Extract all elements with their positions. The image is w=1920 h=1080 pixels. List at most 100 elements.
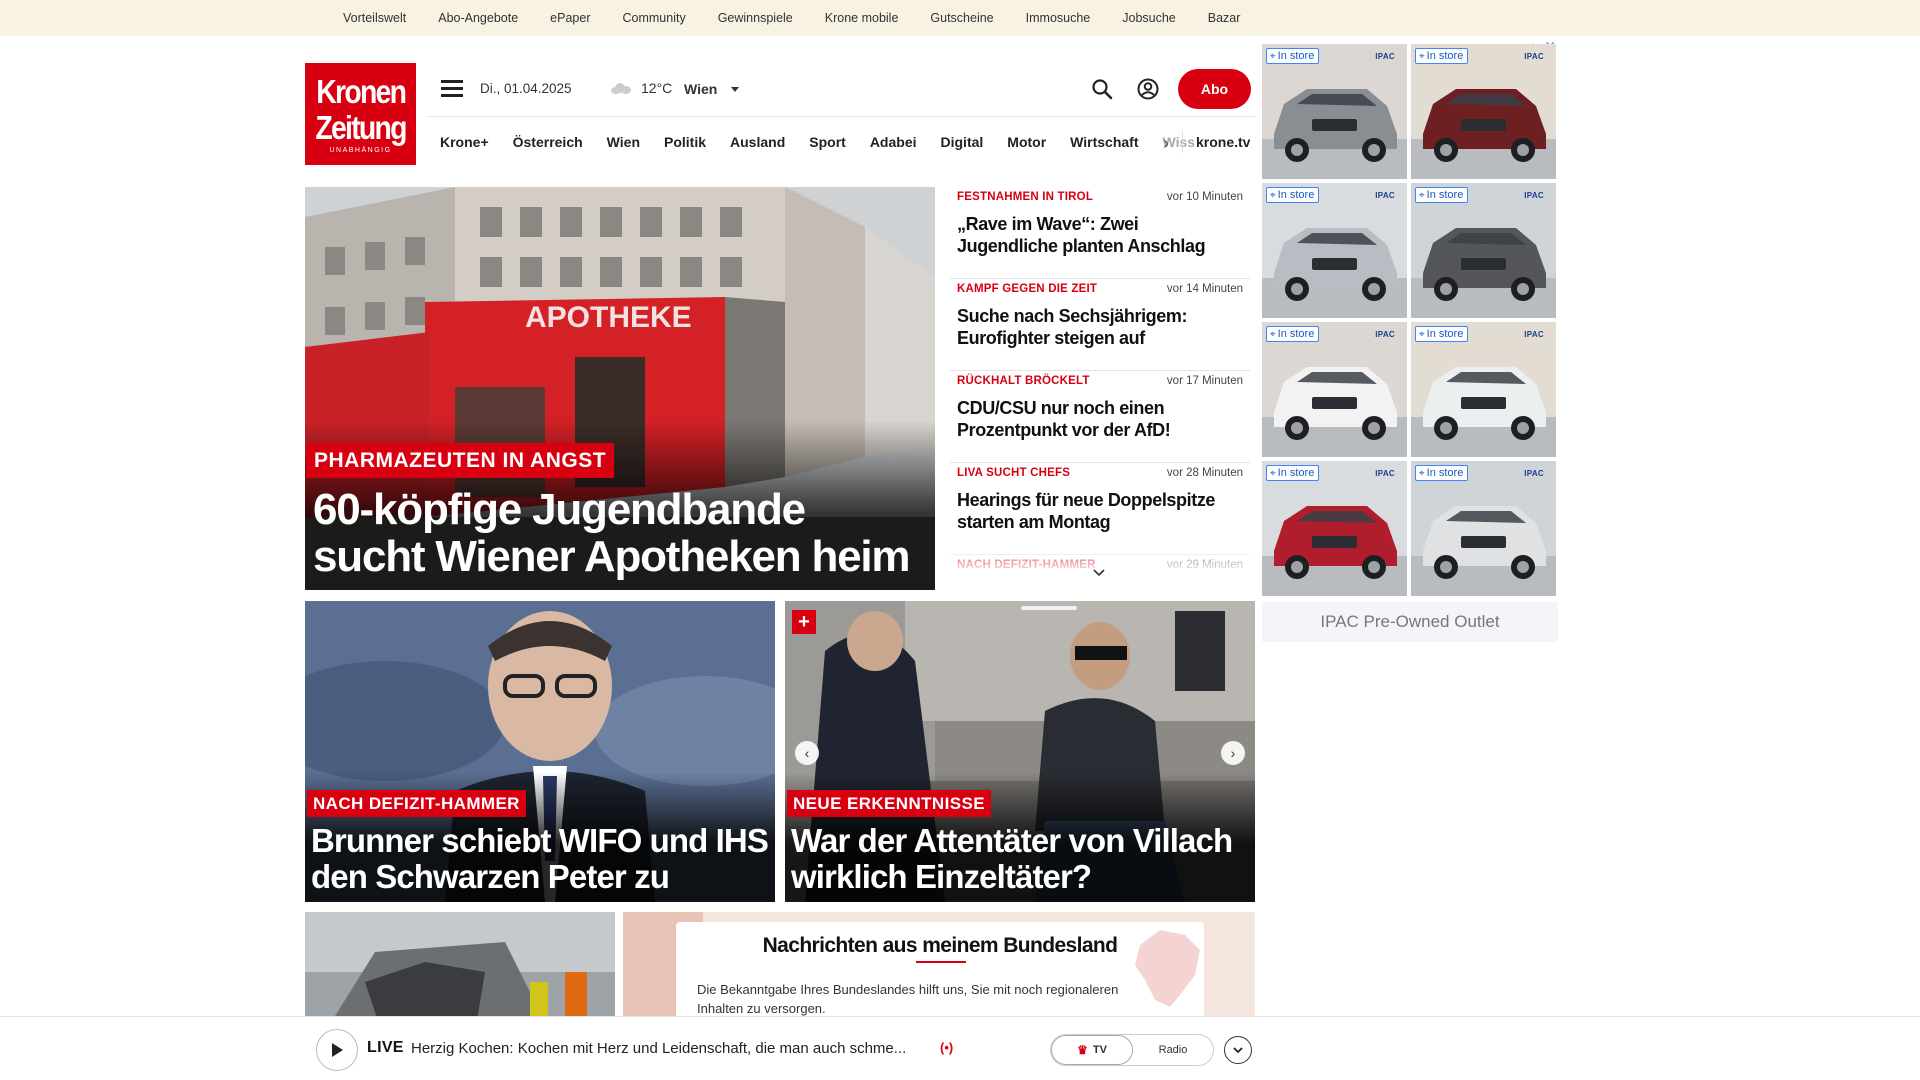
chevron-down-icon[interactable]: [1224, 1036, 1252, 1064]
service-link[interactable]: Gutscheine: [930, 11, 993, 25]
in-store-label: In store: [1426, 467, 1464, 479]
radio-option[interactable]: Radio: [1133, 1035, 1213, 1065]
ticker-item[interactable]: FESTNAHMEN IN TIROL vor 10 Minuten „Rave i…: [950, 187, 1250, 279]
tv-option-label: TV: [1092, 1044, 1107, 1056]
ipac-brand: IPAC: [1375, 191, 1395, 200]
ad-car-tile[interactable]: ⌖ In store IPAC: [1262, 322, 1407, 457]
broadcast-icon: (•): [940, 1040, 954, 1055]
service-link[interactable]: Abo-Angebote: [438, 11, 518, 25]
nav-item[interactable]: Wien: [607, 134, 640, 150]
chevron-right-icon[interactable]: ›: [1221, 741, 1245, 765]
carousel-progress: [1021, 606, 1077, 610]
location-pin-icon: ⌖: [1419, 50, 1425, 62]
play-icon[interactable]: [316, 1029, 358, 1071]
nav-item[interactable]: Österreich: [513, 134, 583, 150]
news-ticker: FESTNAHMEN IN TIROL vor 10 Minuten „Rave i…: [950, 187, 1250, 587]
abo-button[interactable]: Abo: [1178, 69, 1251, 109]
service-link[interactable]: Vorteilswelt: [343, 11, 406, 25]
ipac-brand: IPAC: [1375, 330, 1395, 339]
ad-car-tile[interactable]: ⌖ In store IPAC: [1411, 322, 1556, 457]
hero-article[interactable]: APOTHEKE PHARMAZEUTEN IN ANGST 60-köpfig…: [305, 187, 935, 590]
service-link[interactable]: Community: [622, 11, 685, 25]
account-icon[interactable]: [1137, 78, 1159, 100]
card-headline: War der Attentäter von Villach wirklich …: [791, 822, 1233, 895]
cloud-icon: [609, 82, 631, 94]
article-card-villach[interactable]: + ‹ › NEUE ERKENNTNISSE War der Attentät…: [785, 601, 1255, 902]
ad-car-tile[interactable]: ⌖ In store IPAC: [1411, 461, 1556, 596]
in-store-badge: ⌖ In store: [1266, 465, 1320, 481]
nav-item[interactable]: Ausland: [730, 134, 785, 150]
car-image: [1262, 183, 1407, 318]
ticker-time: vor 10 Minuten: [1166, 191, 1243, 203]
nav-item[interactable]: Krone+: [440, 134, 489, 150]
in-store-badge: ⌖ In store: [1266, 326, 1320, 342]
ipac-brand: IPAC: [1375, 469, 1395, 478]
ipac-brand: IPAC: [1524, 52, 1544, 61]
location-pin-icon: ⌖: [1419, 467, 1425, 479]
service-links: Vorteilswelt Abo-Angebote ePaper Community G…: [343, 0, 1272, 36]
nav-item[interactable]: Wirtschaft: [1070, 134, 1138, 150]
in-store-badge: ⌖ In store: [1415, 48, 1469, 64]
in-store-badge: ⌖ In store: [1266, 48, 1320, 64]
nav-item[interactable]: Digital: [941, 134, 984, 150]
ad-car-tile[interactable]: ⌖ In store IPAC: [1411, 44, 1556, 179]
chevron-right-icon[interactable]: ›: [1163, 133, 1169, 154]
ipac-brand: IPAC: [1524, 469, 1544, 478]
service-link[interactable]: Immosuche: [1026, 11, 1091, 25]
ad-car-tile[interactable]: ⌖ In store IPAC: [1262, 183, 1407, 318]
chevron-left-icon[interactable]: ‹: [795, 741, 819, 765]
ipac-brand: IPAC: [1524, 191, 1544, 200]
car-image: [1411, 44, 1556, 179]
kronen-zeitung-logo[interactable]: Kronen Zeitung UNABHÄNGIG: [305, 63, 416, 165]
hero-headline: 60-köpfige Jugendbande sucht Wiener Apot…: [313, 485, 911, 581]
service-link[interactable]: ePaper: [550, 11, 590, 25]
nav-item[interactable]: Motor: [1007, 134, 1046, 150]
card-kicker: NACH DEFIZIT-HAMMER: [307, 790, 526, 817]
in-store-badge: ⌖ In store: [1415, 326, 1469, 342]
ticker-headline: „Rave im Wave“: Zwei Jugendliche planten…: [957, 214, 1206, 256]
ad-car-tile[interactable]: ⌖ In store IPAC: [1262, 44, 1407, 179]
service-link[interactable]: Bazar: [1208, 11, 1241, 25]
nav-item[interactable]: Politik: [664, 134, 706, 150]
in-store-badge: ⌖ In store: [1415, 465, 1469, 481]
in-store-label: In store: [1277, 50, 1315, 62]
car-image: [1411, 183, 1556, 318]
car-image: [1262, 44, 1407, 179]
nav-item[interactable]: Adabei: [870, 134, 917, 150]
chevron-down-icon[interactable]: [1091, 565, 1107, 581]
tv-option[interactable]: ♛ TV: [1051, 1035, 1133, 1065]
article-card-brunner[interactable]: NACH DEFIZIT-HAMMER Brunner schiebt WIFO…: [305, 601, 775, 902]
nav-item-krone-tv[interactable]: krone.tv: [1196, 117, 1250, 167]
ticker-item[interactable]: LIVA SUCHT CHEFS vor 28 Minuten Hearings f…: [950, 463, 1250, 555]
hamburger-menu-icon[interactable]: [441, 80, 463, 98]
search-icon[interactable]: [1091, 78, 1113, 100]
location-pin-icon: ⌖: [1270, 50, 1276, 62]
region-title-underline: [916, 961, 966, 963]
car-image: [1411, 461, 1556, 596]
in-store-label: In store: [1277, 467, 1315, 479]
nav-item[interactable]: Sport: [809, 134, 846, 150]
service-link[interactable]: Krone mobile: [825, 11, 899, 25]
ticker-item[interactable]: RÜCKHALT BRÖCKELT vor 17 Minuten CDU/CSU n…: [950, 371, 1250, 463]
service-link[interactable]: Jobsuche: [1122, 11, 1176, 25]
ad-car-tile[interactable]: ⌖ In store IPAC: [1262, 461, 1407, 596]
live-title[interactable]: Herzig Kochen: Kochen mit Herz und Leide…: [411, 1040, 906, 1057]
logo-tagline: UNABHÄNGIG: [329, 147, 392, 154]
ticker-time: vor 28 Minuten: [1166, 467, 1243, 479]
hero-kicker: PHARMAZEUTEN IN ANGST: [306, 443, 615, 478]
ad-footer-link[interactable]: IPAC Pre-Owned Outlet: [1262, 602, 1558, 642]
service-link[interactable]: Gewinnspiele: [718, 11, 793, 25]
region-description: Die Bekanntgabe Ihres Bundeslandes hilft…: [697, 982, 1119, 1016]
weather-widget[interactable]: 12°C: [609, 80, 672, 96]
service-bar: Vorteilswelt Abo-Angebote ePaper Community G…: [0, 0, 1920, 36]
in-store-label: In store: [1277, 189, 1315, 201]
location-pin-icon: ⌖: [1270, 328, 1276, 340]
ad-car-tile[interactable]: ⌖ In store IPAC: [1411, 183, 1556, 318]
ticker-item[interactable]: KAMPF GEGEN DIE ZEIT vor 14 Minuten Suche …: [950, 279, 1250, 371]
region-title: Nachrichten aus meinem Bundesland: [762, 934, 1118, 957]
city-selector[interactable]: Wien: [684, 81, 740, 97]
chevron-down-icon: [731, 86, 740, 92]
ad-car-grid: ⌖ In store IPAC ⌖ In store IPAC ⌖ In store IPAC ⌖…: [1262, 44, 1558, 596]
location-pin-icon: ⌖: [1270, 189, 1276, 201]
logo-line-2: Zeitung: [315, 109, 407, 146]
